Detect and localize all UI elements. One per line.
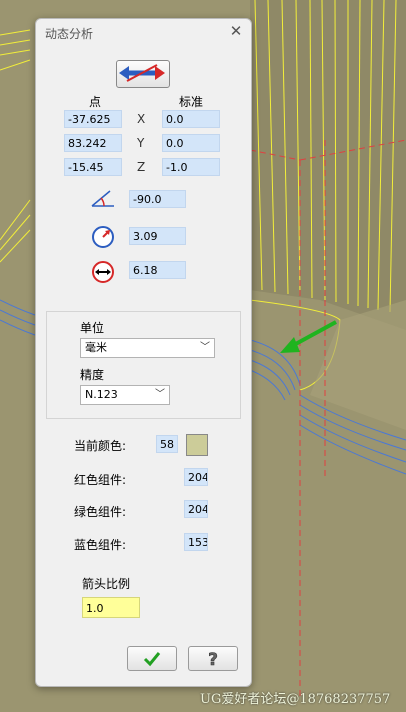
units-label: 单位: [80, 321, 105, 335]
checkmark-icon: [143, 652, 161, 667]
angle-field[interactable]: -90.0: [129, 190, 186, 208]
red-component-label: 红色组件:: [74, 473, 127, 487]
standard-y-field[interactable]: 0.0: [162, 134, 220, 152]
radius-icon: [92, 226, 114, 248]
standard-header: 标准: [179, 95, 204, 109]
ok-button[interactable]: [127, 646, 177, 671]
red-component-field[interactable]: 204: [184, 468, 208, 486]
blue-component-field[interactable]: 153: [184, 533, 208, 551]
diameter-icon: [92, 261, 114, 283]
dynamic-analysis-dialog: 动态分析 ✕ 点 标准 -37.625 83.242 -15.45 X Y Z …: [35, 18, 252, 687]
help-icon: ?: [208, 650, 218, 671]
axis-z-label: Z: [137, 160, 146, 174]
reverse-arrow-icon: [119, 64, 165, 82]
current-color-field[interactable]: 58: [156, 435, 178, 453]
radius-field[interactable]: 3.09: [129, 227, 186, 245]
point-y-field[interactable]: 83.242: [64, 134, 122, 152]
precision-select[interactable]: N.123 ﹀: [80, 385, 170, 405]
units-precision-group: 单位 毫米 ﹀ 精度 N.123 ﹀: [46, 311, 241, 419]
current-color-label: 当前颜色:: [74, 439, 127, 453]
point-header: 点: [89, 95, 102, 109]
chevron-down-icon: ﹀: [200, 342, 210, 353]
help-button[interactable]: ?: [188, 646, 238, 671]
blue-component-label: 蓝色组件:: [74, 538, 127, 552]
standard-z-field[interactable]: -1.0: [162, 158, 220, 176]
units-value: 毫米: [85, 341, 107, 354]
precision-value: N.123: [85, 388, 118, 401]
reverse-direction-button[interactable]: [116, 60, 170, 88]
green-component-field[interactable]: 204: [184, 500, 208, 518]
green-component-label: 绿色组件:: [74, 505, 127, 519]
color-swatch[interactable]: [186, 434, 208, 456]
dialog-title: 动态分析: [45, 27, 94, 41]
precision-label: 精度: [80, 368, 105, 382]
svg-text:?: ?: [208, 650, 218, 670]
standard-x-field[interactable]: 0.0: [162, 110, 220, 128]
diameter-field[interactable]: 6.18: [129, 261, 186, 279]
close-icon[interactable]: ✕: [227, 22, 245, 40]
point-z-field[interactable]: -15.45: [64, 158, 122, 176]
watermark: UG爱好者论坛@18768237757: [200, 692, 391, 707]
units-select[interactable]: 毫米 ﹀: [80, 338, 215, 358]
axis-y-label: Y: [137, 136, 145, 150]
chevron-down-icon: ﹀: [155, 389, 165, 400]
axis-x-label: X: [137, 112, 146, 126]
point-x-field[interactable]: -37.625: [64, 110, 122, 128]
arrow-scale-label: 箭头比例: [82, 577, 131, 591]
arrow-scale-field[interactable]: 1.0: [82, 597, 140, 618]
angle-icon: [91, 190, 114, 207]
